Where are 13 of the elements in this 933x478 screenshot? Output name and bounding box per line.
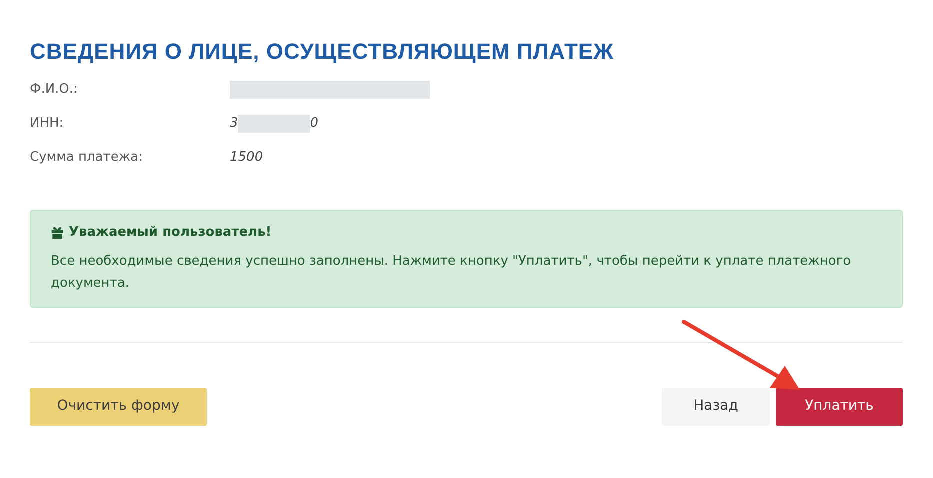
action-button[interactable]: Уплатить: [776, 388, 903, 426]
field-value: 1500: [230, 149, 264, 168]
field-label: ИНН:: [30, 115, 65, 134]
action-button[interactable]: Очистить форму: [30, 388, 207, 426]
field-value: 0: [310, 115, 319, 134]
field-label: Ф.И.О.:: [30, 81, 79, 100]
field-label: Сумма платежа:: [30, 149, 144, 168]
field-value: 3: [230, 115, 238, 134]
action-button[interactable]: Назад: [662, 388, 770, 426]
section-heading: СВЕДЕНИЯ О ЛИЦЕ, ОСУЩЕСТВЛЯЮЩЕМ ПЛАТЕЖ: [30, 38, 615, 66]
gift-icon: [51, 226, 64, 240]
alert-message: Все необходимые сведения успешно заполнены. Нажмите кнопку "Уплатить", чтобы перейти к уплате платежного документа.: [51, 252, 852, 292]
alert-title: Уважаемый пользователь!: [69, 224, 272, 242]
